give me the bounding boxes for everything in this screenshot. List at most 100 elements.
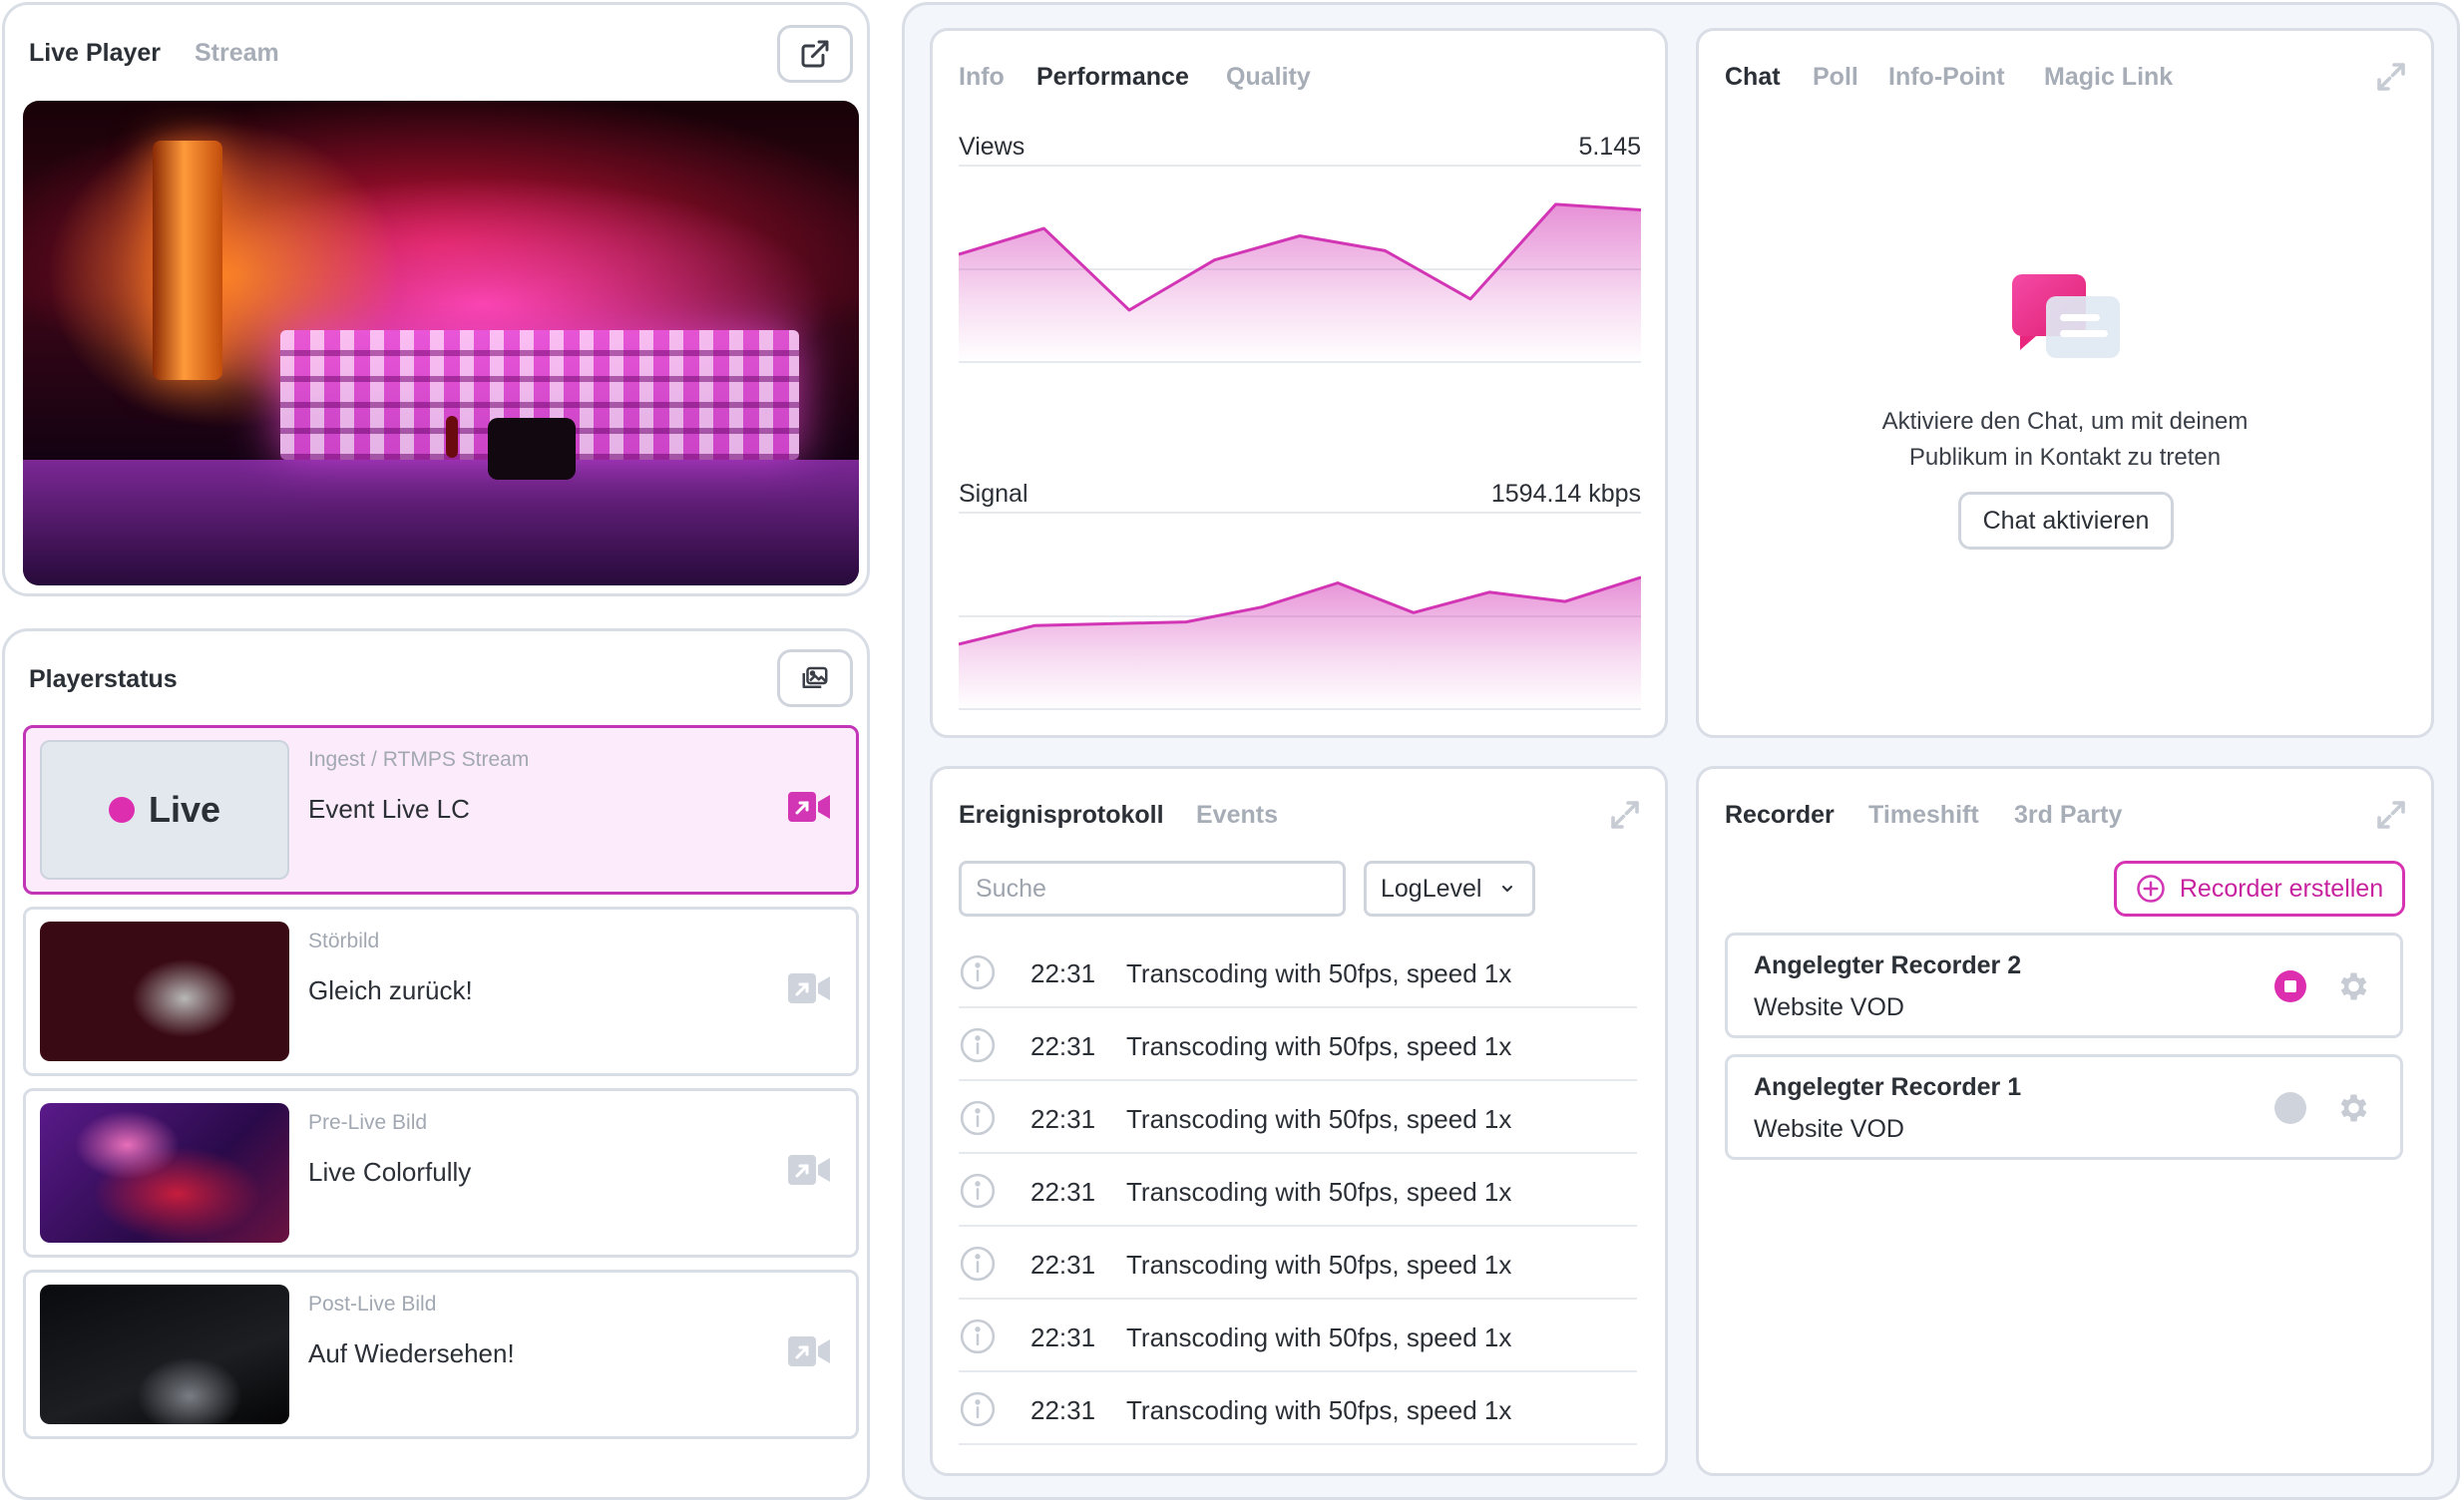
chart-divider [959, 512, 1641, 514]
views-label: Views [959, 133, 1026, 161]
log-search-input[interactable] [959, 861, 1346, 917]
chat-activate-button[interactable]: Chat aktivieren [1958, 492, 2174, 550]
playerstatus-panel: Playerstatus Live Ingest / RTMPS Stream … [2, 628, 870, 1500]
log-time: 22:31 [1030, 958, 1096, 988]
tab-info-point[interactable]: Info-Point [1888, 63, 2005, 92]
status-item-subtitle: Pre-Live Bild [308, 1111, 428, 1134]
chat-message-line1: Aktiviere den Chat, um mit deinem [1881, 408, 2249, 435]
log-message: Transcoding with 50fps, speed 1x [1126, 1177, 1512, 1207]
status-item-prelive[interactable]: Pre-Live Bild Live Colorfully [23, 1088, 859, 1258]
prelive-thumbnail [40, 1103, 289, 1243]
log-message: Transcoding with 50fps, speed 1x [1126, 1395, 1512, 1425]
tab-magic-link[interactable]: Magic Link [2044, 63, 2173, 92]
live-indicator: Live [40, 740, 289, 880]
tab-info[interactable]: Info [959, 63, 1005, 92]
status-item-subtitle: Ingest / RTMPS Stream [308, 748, 530, 771]
expand-icon[interactable] [1607, 797, 1643, 833]
log-message: Transcoding with 50fps, speed 1x [1126, 1104, 1512, 1134]
log-message: Transcoding with 50fps, speed 1x [1126, 958, 1512, 988]
signal-chart [959, 575, 1641, 710]
chat-message-line2: Publikum in Kontakt zu treten [1908, 444, 2222, 471]
log-row: 22:31 Transcoding with 50fps, speed 1x [959, 1154, 1637, 1227]
recorder-title: Angelegter Recorder 2 [1754, 951, 2022, 979]
stoerbild-thumbnail [40, 922, 289, 1061]
live-video-preview[interactable] [23, 101, 859, 585]
popout-button[interactable] [777, 25, 853, 83]
create-recorder-label: Recorder erstellen [2179, 874, 2384, 903]
video-scene-piano [488, 418, 576, 480]
log-time: 22:31 [1030, 1104, 1096, 1134]
live-dot-icon [108, 797, 135, 823]
expand-icon[interactable] [2373, 59, 2409, 95]
status-item-postlive[interactable]: Post-Live Bild Auf Wiedersehen! [23, 1270, 859, 1439]
images-icon [802, 666, 828, 688]
camera-switch-icon[interactable] [788, 792, 830, 822]
tab-chat[interactable]: Chat [1725, 63, 1781, 92]
gear-icon[interactable] [2334, 968, 2370, 1004]
views-chart [959, 202, 1641, 363]
tab-quality[interactable]: Quality [1226, 63, 1311, 92]
recorder-card: Recorder Timeshift 3rd Party Recorder er… [1696, 766, 2434, 1476]
postlive-thumbnail [40, 1285, 289, 1424]
camera-switch-icon[interactable] [788, 973, 830, 1003]
log-row: 22:31 Transcoding with 50fps, speed 1x [959, 1227, 1637, 1300]
chat-bubbles-icon [2012, 274, 2120, 358]
tab-ereignisprotokoll[interactable]: Ereignisprotokoll [959, 801, 1164, 830]
log-row: 22:31 Transcoding with 50fps, speed 1x [959, 936, 1637, 1008]
status-item-stoerbild[interactable]: Störbild Gleich zurück! [23, 907, 859, 1076]
camera-switch-icon[interactable] [788, 1155, 830, 1185]
camera-switch-icon[interactable] [788, 1336, 830, 1366]
info-icon [960, 1027, 996, 1063]
loglevel-select-value: LogLevel [1381, 874, 1482, 903]
status-item-subtitle: Post-Live Bild [308, 1293, 437, 1316]
live-label: Live [148, 789, 221, 830]
status-item-title: Live Colorfully [308, 1157, 472, 1187]
chart-divider [959, 165, 1641, 167]
tab-timeshift[interactable]: Timeshift [1868, 801, 1979, 830]
gear-icon[interactable] [2334, 1090, 2370, 1126]
recorder-item[interactable]: Angelegter Recorder 1 Website VOD [1725, 1054, 2403, 1160]
info-icon [960, 1391, 996, 1427]
recorder-title: Angelegter Recorder 1 [1754, 1073, 2022, 1101]
log-time: 22:31 [1030, 1177, 1096, 1207]
chat-card: Chat Poll Info-Point Magic Link Aktivier… [1696, 28, 2434, 738]
signal-label: Signal [959, 480, 1028, 508]
log-row: 22:31 Transcoding with 50fps, speed 1x [959, 1008, 1637, 1081]
log-message: Transcoding with 50fps, speed 1x [1126, 1322, 1512, 1352]
tab-stream[interactable]: Stream [195, 39, 279, 68]
event-log-card: Ereignisprotokoll Events LogLevel 22:31 … [930, 766, 1668, 1476]
status-item-live[interactable]: Live Ingest / RTMPS Stream Event Live LC [23, 725, 859, 895]
info-icon [960, 1246, 996, 1282]
views-value: 5.145 [1578, 133, 1641, 161]
log-time: 22:31 [1030, 1031, 1096, 1061]
tab-recorder[interactable]: Recorder [1725, 801, 1835, 830]
status-item-title: Gleich zurück! [308, 975, 473, 1005]
recorder-item[interactable]: Angelegter Recorder 2 Website VOD [1725, 933, 2403, 1038]
create-recorder-button[interactable]: Recorder erstellen [2114, 861, 2405, 917]
video-scene-floor [23, 460, 859, 585]
expand-icon[interactable] [2373, 797, 2409, 833]
loglevel-select[interactable]: LogLevel [1364, 861, 1535, 917]
tab-performance[interactable]: Performance [1036, 63, 1189, 92]
log-time: 22:31 [1030, 1395, 1096, 1425]
record-stop-button[interactable] [2274, 970, 2306, 1002]
playerstatus-title: Playerstatus [29, 665, 178, 693]
video-scene-person [446, 416, 458, 458]
views-area [959, 203, 1641, 362]
log-row: 22:31 Transcoding with 50fps, speed 1x [959, 1081, 1637, 1154]
tab-3rd-party[interactable]: 3rd Party [2014, 801, 2122, 830]
log-time: 22:31 [1030, 1250, 1096, 1280]
record-start-button[interactable] [2274, 1092, 2306, 1124]
recorder-subtitle: Website VOD [1754, 1115, 1904, 1143]
status-item-subtitle: Störbild [308, 930, 380, 952]
plus-circle-icon [2137, 875, 2165, 903]
tab-events[interactable]: Events [1196, 801, 1278, 830]
recorder-subtitle: Website VOD [1754, 993, 1904, 1021]
images-button[interactable] [777, 649, 853, 707]
tab-poll[interactable]: Poll [1813, 63, 1858, 92]
log-message: Transcoding with 50fps, speed 1x [1126, 1031, 1512, 1061]
video-scene-lamp [153, 141, 222, 380]
status-item-title: Event Live LC [308, 794, 470, 824]
tab-live-player[interactable]: Live Player [29, 39, 161, 68]
performance-card: Info Performance Quality Views 5.145 Sig… [930, 28, 1668, 738]
